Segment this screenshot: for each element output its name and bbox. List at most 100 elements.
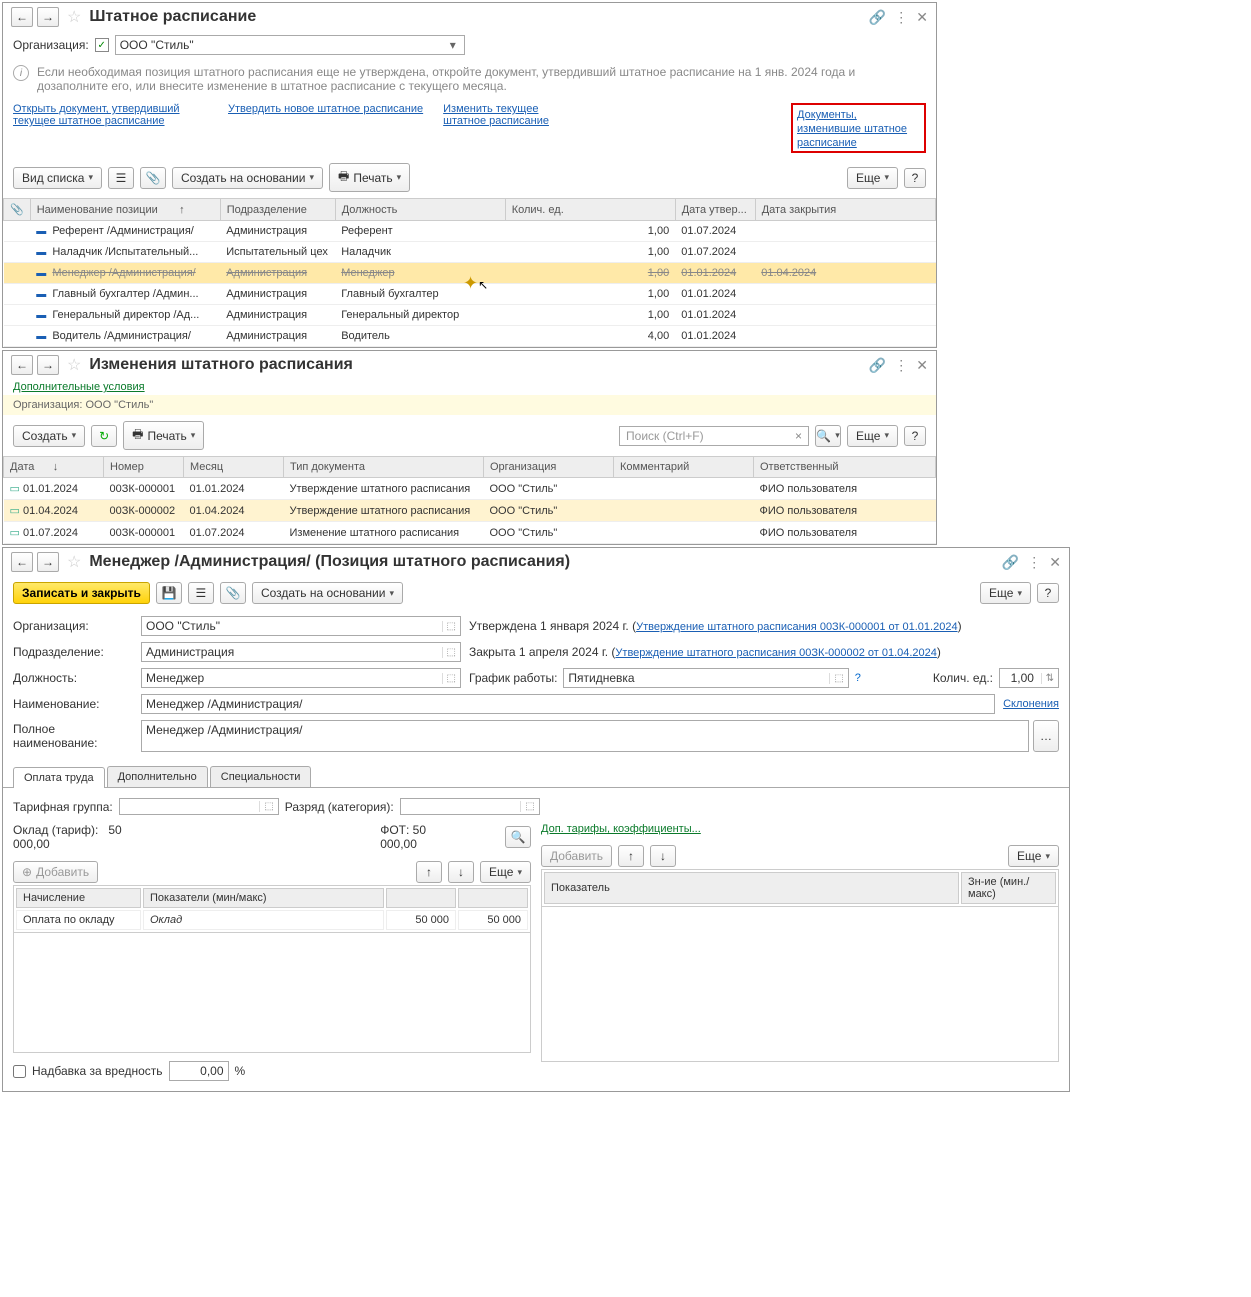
close-icon[interactable]: ✕ xyxy=(1049,554,1061,571)
create-button[interactable]: Создать на основании ▾ xyxy=(252,582,403,604)
indicators-table: ПоказательЗн-ие (мин./макс) xyxy=(541,869,1059,907)
org-checkbox[interactable]: ✓ xyxy=(95,38,109,52)
accruals-table: Начисление Показатели (мин/макс) Оплата … xyxy=(13,885,531,933)
more-button[interactable]: Еще ▾ xyxy=(980,582,1031,604)
add-button-2[interactable]: Добавить xyxy=(541,845,612,867)
more-icon[interactable]: ⋮ xyxy=(894,9,908,26)
save-close-button[interactable]: Записать и закрыть xyxy=(13,582,150,604)
chevron-down-icon[interactable]: ▾ xyxy=(446,38,460,52)
attach-button[interactable]: 📎 xyxy=(140,167,166,189)
forward-button[interactable]: → xyxy=(37,7,59,27)
approve-link[interactable]: Утвердить новое штатное расписание xyxy=(228,103,423,153)
page-title: Менеджер /Администрация/ (Позиция штатно… xyxy=(89,553,997,571)
create-button[interactable]: Создать ▾ xyxy=(13,425,85,447)
clear-search-icon[interactable]: × xyxy=(795,429,802,443)
search-button[interactable]: 🔍 ▾ xyxy=(815,425,841,447)
tab-additional[interactable]: Дополнительно xyxy=(107,766,208,787)
table-row[interactable]: ▭ 01.01.202400ЗК-00000101.01.2024 Утверж… xyxy=(4,478,936,500)
job-field[interactable]: Менеджер⬚ xyxy=(141,668,461,688)
list-icon-button[interactable]: ☰ xyxy=(188,582,214,604)
add-button[interactable]: ⊕ Добавить xyxy=(13,861,98,883)
more-button-2[interactable]: Еще ▾ xyxy=(1008,845,1059,867)
table-row[interactable]: ▬ Менеджер /Администрация/ Администрация… xyxy=(4,263,936,284)
more-icon[interactable]: ⋮ xyxy=(894,357,908,374)
dept-field[interactable]: Администрация⬚ xyxy=(141,642,461,662)
table-row[interactable]: ▭ 01.07.202400ЗК-00000101.07.2024 Измене… xyxy=(4,522,936,544)
tab-specialties[interactable]: Специальности xyxy=(210,766,312,787)
dept-label: Подразделение: xyxy=(13,645,133,659)
back-button[interactable]: ← xyxy=(11,7,33,27)
more-icon[interactable]: ⋮ xyxy=(1027,554,1041,571)
table-row[interactable]: ▬ Референт /Администрация/ Администрация… xyxy=(4,221,936,242)
extra-conditions-link[interactable]: Дополнительные условия xyxy=(3,379,936,395)
print-button[interactable]: 🖶 Печать ▾ xyxy=(123,421,204,450)
org-field[interactable]: ООО "Стиль"⬚ xyxy=(141,616,461,636)
link-icon[interactable]: 🔗 xyxy=(869,9,886,26)
docs-changed-link[interactable]: Документы, изменившие штатное расписание xyxy=(797,109,907,149)
info-icon: i xyxy=(13,65,29,81)
org-select[interactable]: ООО "Стиль" ▾ xyxy=(115,35,465,55)
up-button-2[interactable]: ↑ xyxy=(618,845,644,867)
hazard-field[interactable]: 0,00 xyxy=(169,1061,229,1081)
up-button[interactable]: ↑ xyxy=(416,861,442,883)
favorite-icon[interactable]: ☆ xyxy=(67,552,81,572)
close-icon[interactable]: ✕ xyxy=(916,9,928,26)
table-row[interactable]: Оплата по окладу Оклад 50 000 50 000 xyxy=(16,910,528,930)
calc-button[interactable]: 🔍 xyxy=(505,826,531,848)
back-button[interactable]: ← xyxy=(11,552,33,572)
tab-payment[interactable]: Оплата труда xyxy=(13,767,105,788)
back-button[interactable]: ← xyxy=(11,355,33,375)
more-button[interactable]: Еще ▾ xyxy=(480,861,531,883)
down-button-2[interactable]: ↓ xyxy=(650,845,676,867)
edit-link[interactable]: Изменить текущее штатное расписание xyxy=(443,103,563,153)
positions-table: 📎 Наименование позиции ↑ Подразделение Д… xyxy=(3,198,936,347)
table-row[interactable]: ▬ Генеральный директор /Ад... Администра… xyxy=(4,305,936,326)
fullname-field[interactable]: Менеджер /Администрация/ xyxy=(141,720,1029,752)
tariff-field[interactable]: ⬚ xyxy=(119,798,279,815)
print-button[interactable]: 🖶 Печать ▾ xyxy=(329,163,410,192)
table-row[interactable]: ▭ 01.04.202400ЗК-00000201.04.2024 Утверж… xyxy=(4,500,936,522)
name-field[interactable]: Менеджер /Администрация/ xyxy=(141,694,995,714)
extra-tariffs-link[interactable]: Доп. тарифы, коэффициенты... xyxy=(541,823,1059,835)
more-button[interactable]: Еще ▾ xyxy=(847,167,898,189)
close-doc-link[interactable]: Утверждение штатного расписания 00ЗК-000… xyxy=(615,647,936,659)
sched-help[interactable]: ? xyxy=(855,672,861,684)
help-button[interactable]: ? xyxy=(1037,583,1059,603)
hazard-checkbox[interactable] xyxy=(13,1065,26,1078)
changes-table: Дата ↓ Номер Месяц Тип документа Организ… xyxy=(3,456,936,544)
forward-button[interactable]: → xyxy=(37,552,59,572)
create-button[interactable]: Создать на основании ▾ xyxy=(172,167,323,189)
table-row[interactable]: ▬ Главный бухгалтер /Админ... Администра… xyxy=(4,284,936,305)
favorite-icon[interactable]: ☆ xyxy=(67,7,81,27)
help-button[interactable]: ? xyxy=(904,168,926,188)
approve-doc-link[interactable]: Утверждение штатного расписания 00ЗК-000… xyxy=(636,621,957,633)
schedule-field[interactable]: Пятидневка⬚ xyxy=(563,668,848,688)
expand-button[interactable]: … xyxy=(1033,720,1059,752)
org-label: Организация: xyxy=(13,619,133,633)
attach-button[interactable]: 📎 xyxy=(220,582,246,604)
forward-button[interactable]: → xyxy=(37,355,59,375)
table-row[interactable]: ▬ Водитель /Администрация/ Администрация… xyxy=(4,326,936,347)
close-icon[interactable]: ✕ xyxy=(916,357,928,374)
save-icon-button[interactable]: 💾 xyxy=(156,582,182,604)
link-icon[interactable]: 🔗 xyxy=(869,357,886,374)
open-doc-link[interactable]: Открыть документ, утвердивший текущее шт… xyxy=(13,103,208,153)
help-button[interactable]: ? xyxy=(904,426,926,446)
declensions-link[interactable]: Склонения xyxy=(1003,698,1059,710)
view-button[interactable]: Вид списка ▾ xyxy=(13,167,102,189)
favorite-icon[interactable]: ☆ xyxy=(67,355,81,375)
page-title: Изменения штатного расписания xyxy=(89,356,864,374)
page-title: Штатное расписание xyxy=(89,8,864,26)
search-input[interactable]: Поиск (Ctrl+F)× xyxy=(619,426,809,446)
name-label: Наименование: xyxy=(13,697,133,711)
list-icon-button[interactable]: ☰ xyxy=(108,167,134,189)
rank-field[interactable]: ⬚ xyxy=(400,798,540,815)
link-icon[interactable]: 🔗 xyxy=(1002,554,1019,571)
qty-field[interactable]: 1,00⇅ xyxy=(999,668,1059,688)
refresh-button[interactable]: ↻ xyxy=(91,425,117,447)
info-text: Если необходимая позиция штатного распис… xyxy=(37,65,926,93)
down-button[interactable]: ↓ xyxy=(448,861,474,883)
more-button[interactable]: Еще ▾ xyxy=(847,425,898,447)
org-line: Организация: ООО "Стиль" xyxy=(3,395,936,415)
table-row[interactable]: ▬ Наладчик /Испытательный... Испытательн… xyxy=(4,242,936,263)
